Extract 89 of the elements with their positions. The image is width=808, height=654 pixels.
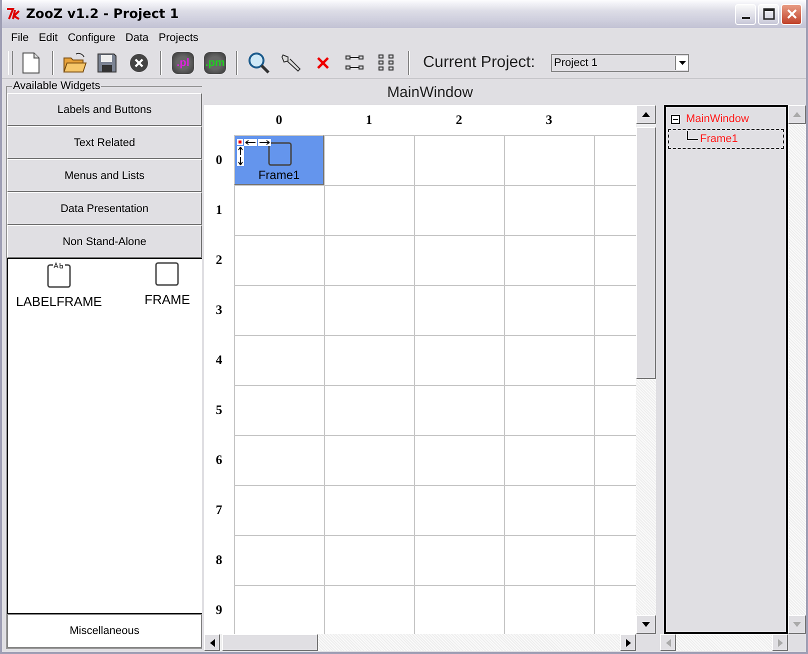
- grid-cell[interactable]: [414, 385, 504, 435]
- grid-cell[interactable]: [324, 335, 414, 385]
- grid-cell[interactable]: [414, 435, 504, 485]
- grid-cell[interactable]: [234, 235, 324, 285]
- row-header: 1: [214, 201, 224, 219]
- labelframe-icon[interactable]: [46, 262, 71, 291]
- grid-cell[interactable]: [414, 335, 504, 385]
- grid-cell[interactable]: [234, 485, 324, 535]
- grid-cell[interactable]: [414, 185, 504, 235]
- scroll-thumb[interactable]: [636, 127, 656, 379]
- close-button[interactable]: [781, 4, 802, 24]
- row-header: 2: [214, 251, 224, 269]
- horizontal-scrollbar[interactable]: [204, 634, 636, 651]
- maximize-icon: [762, 8, 774, 20]
- widget-label[interactable]: FRAME: [144, 292, 190, 307]
- row-header: 3: [214, 301, 224, 319]
- grid-cell[interactable]: [234, 435, 324, 485]
- grid-cell[interactable]: [414, 235, 504, 285]
- minimize-button[interactable]: [735, 4, 756, 24]
- row-header: 9: [214, 601, 224, 619]
- grid-cell[interactable]: [504, 335, 594, 385]
- window-title: ZooZ v1.2 - Project 1: [26, 6, 180, 22]
- grid-cell[interactable]: [504, 285, 594, 335]
- grid-cell[interactable]: [324, 535, 414, 585]
- grid-cell[interactable]: [324, 435, 414, 485]
- grid-cell[interactable]: [504, 185, 594, 235]
- vertical-scrollbar[interactable]: [636, 105, 656, 634]
- grid-cell[interactable]: [234, 185, 324, 235]
- scroll-thumb[interactable]: [222, 634, 318, 651]
- scroll-up-icon[interactable]: [636, 105, 656, 124]
- grid-cell[interactable]: [324, 485, 414, 535]
- grid-cell[interactable]: [414, 485, 504, 535]
- menu-item[interactable]: File: [6, 32, 34, 44]
- grid-cell[interactable]: [414, 535, 504, 585]
- grid-cell[interactable]: [324, 235, 414, 285]
- row-header: 8: [214, 551, 224, 569]
- row-header: 0: [214, 151, 224, 169]
- grid-cell[interactable]: [504, 435, 594, 485]
- app-logo-icon: [6, 7, 22, 21]
- grid-cell[interactable]: [234, 335, 324, 385]
- category-button[interactable]: Miscellaneous: [7, 614, 202, 648]
- frame-icon[interactable]: [155, 262, 180, 289]
- grid-cell[interactable]: [324, 135, 414, 185]
- frame-label: Frame1: [258, 168, 300, 182]
- maximize-button[interactable]: [758, 4, 779, 24]
- grid-cell[interactable]: [504, 135, 594, 185]
- minimize-icon: [742, 17, 750, 19]
- row-header: 7: [214, 501, 224, 519]
- scroll-right-icon[interactable]: [620, 634, 636, 651]
- scroll-left-icon[interactable]: [204, 634, 220, 651]
- close-icon: [786, 8, 798, 20]
- category-button[interactable]: Labels and Buttons: [7, 93, 202, 126]
- grid-cell[interactable]: [504, 535, 594, 585]
- frame-icon: [268, 142, 292, 166]
- grid-cell[interactable]: [324, 285, 414, 335]
- column-header: 0: [274, 111, 284, 129]
- grid-cell[interactable]: [504, 485, 594, 535]
- column-header: 1: [364, 111, 374, 129]
- placed-frame[interactable]: Frame1: [234, 135, 324, 185]
- category-button[interactable]: Menus and Lists: [7, 159, 202, 192]
- grid-cell[interactable]: [234, 535, 324, 585]
- grid-cell[interactable]: [324, 185, 414, 235]
- row-header: 6: [214, 451, 224, 469]
- menu-item[interactable]: Projects: [154, 32, 204, 44]
- category-button[interactable]: Text Related: [7, 126, 202, 159]
- collapse-icon[interactable]: [671, 114, 680, 124]
- row-header: 4: [214, 351, 224, 369]
- grid-cell[interactable]: [414, 135, 504, 185]
- panel-title: Available Widgets: [12, 80, 102, 92]
- grid-cell[interactable]: [234, 385, 324, 435]
- grid-cell[interactable]: [234, 285, 324, 335]
- project-dropdown[interactable]: Project 1: [551, 54, 690, 72]
- category-button[interactable]: Data Presentation: [7, 192, 202, 225]
- menu-item[interactable]: Edit: [34, 32, 63, 44]
- grid-cell[interactable]: [504, 235, 594, 285]
- menu-item[interactable]: Data: [120, 32, 154, 44]
- category-button[interactable]: Non Stand-Alone: [7, 225, 202, 258]
- project-label: Current Project:: [423, 54, 536, 72]
- grid-cell[interactable]: [414, 285, 504, 335]
- scroll-down-icon[interactable]: [636, 615, 656, 634]
- grid-cell[interactable]: [324, 385, 414, 435]
- row-header: 5: [214, 401, 224, 419]
- resize-handles-icon[interactable]: [236, 137, 274, 167]
- canvas-title: MainWindow: [386, 83, 474, 103]
- column-header: 2: [454, 111, 464, 129]
- column-header: 3: [544, 111, 554, 129]
- menu-item[interactable]: Configure: [62, 32, 120, 44]
- widget-label[interactable]: LABELFRAME: [16, 294, 102, 309]
- grid-cell[interactable]: [504, 385, 594, 435]
